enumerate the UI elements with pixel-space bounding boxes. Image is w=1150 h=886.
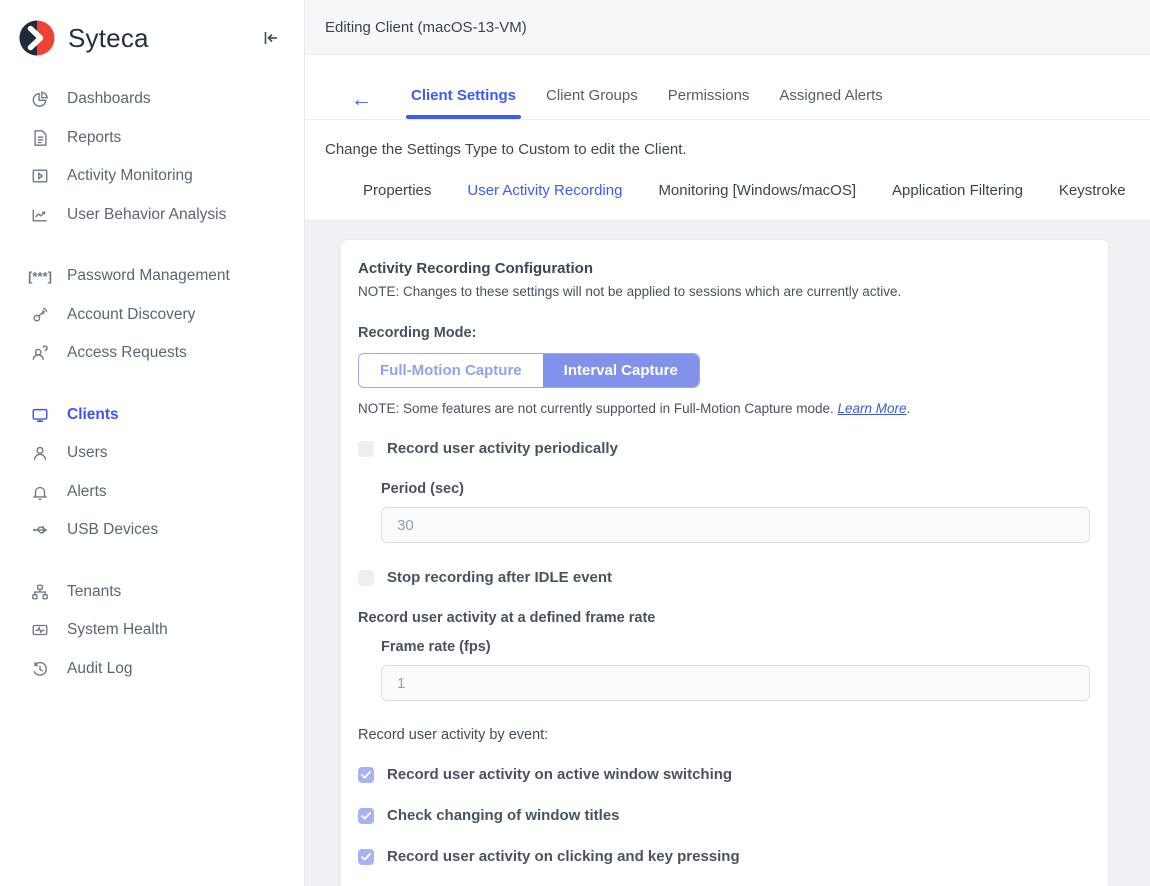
sidebar-item-reports[interactable]: Reports xyxy=(0,119,304,158)
sidebar-item-label: Tenants xyxy=(67,583,121,601)
sidebar-item-system-health[interactable]: System Health xyxy=(0,611,304,650)
period-input[interactable] xyxy=(381,507,1090,543)
sidebar-item-account-discovery[interactable]: Account Discovery xyxy=(0,296,304,335)
sidebar-item-label: Activity Monitoring xyxy=(67,167,193,185)
sidebar-item-password-management[interactable]: [***] Password Management xyxy=(0,257,304,296)
page-header: Editing Client (macOS-13-VM) xyxy=(305,0,1150,55)
password-brackets-icon: [***] xyxy=(30,266,50,286)
recording-mode-label: Recording Mode: xyxy=(358,325,1090,341)
window-switching-row: Record user activity on active window sw… xyxy=(358,766,1090,783)
subtab-application-filtering[interactable]: Application Filtering xyxy=(874,182,1041,199)
mode-note: NOTE: Some features are not currently su… xyxy=(358,401,1090,416)
health-pulse-icon xyxy=(30,620,50,640)
main-area: Editing Client (macOS-13-VM) ← Client Se… xyxy=(305,0,1150,886)
period-label: Period (sec) xyxy=(381,481,1090,497)
click-keypress-label[interactable]: Record user activity on clicking and key… xyxy=(387,848,740,865)
click-keypress-checkbox[interactable] xyxy=(358,849,374,865)
sidebar-item-label: Dashboards xyxy=(67,90,151,108)
trend-chart-icon xyxy=(30,205,50,225)
sidebar-item-label: Access Requests xyxy=(67,344,187,362)
sidebar-item-label: Clients xyxy=(67,406,119,424)
window-titles-checkbox[interactable] xyxy=(358,808,374,824)
content-area: Activity Recording Configuration NOTE: C… xyxy=(305,219,1150,886)
syteca-logo-icon xyxy=(18,19,56,57)
window-titles-label[interactable]: Check changing of window titles xyxy=(387,807,620,824)
card-title: Activity Recording Configuration xyxy=(358,260,1090,277)
subtab-monitoring[interactable]: Monitoring [Windows/macOS] xyxy=(640,182,874,199)
sidebar-item-label: Users xyxy=(67,444,107,462)
sidebar-item-label: USB Devices xyxy=(67,521,158,539)
card-note: NOTE: Changes to these settings will not… xyxy=(358,284,1090,299)
click-keypress-row: Record user activity on clicking and key… xyxy=(358,848,1090,865)
tab-permissions[interactable]: Permissions xyxy=(653,87,765,117)
bell-icon xyxy=(30,482,50,502)
sidebar-nav: Dashboards Reports xyxy=(0,76,304,711)
window-switching-label[interactable]: Record user activity on active window sw… xyxy=(387,766,732,783)
sidebar-item-audit-log[interactable]: Audit Log xyxy=(0,650,304,689)
org-chart-icon xyxy=(30,582,50,602)
person-icon xyxy=(30,443,50,463)
monitor-icon xyxy=(30,405,50,425)
tabs-section: ← Client Settings Client Groups Permissi… xyxy=(305,55,1150,219)
document-icon xyxy=(30,128,50,148)
recording-mode-toggle: Full-Motion Capture Interval Capture xyxy=(358,353,700,388)
history-clock-icon xyxy=(30,659,50,679)
sidebar: Syteca Dashboards xyxy=(0,0,305,886)
sidebar-item-label: System Health xyxy=(67,621,168,639)
brand-name: Syteca xyxy=(68,23,262,54)
settings-type-notice: Change the Settings Type to Custom to ed… xyxy=(305,120,1150,158)
sidebar-item-label: User Behavior Analysis xyxy=(67,206,226,224)
stop-after-idle-row: Stop recording after IDLE event xyxy=(358,569,1090,586)
key-discovery-icon xyxy=(30,305,50,325)
window-switching-checkbox[interactable] xyxy=(358,767,374,783)
subtab-properties[interactable]: Properties xyxy=(345,182,449,199)
sidebar-item-clients[interactable]: Clients xyxy=(0,396,304,435)
sidebar-item-users[interactable]: Users xyxy=(0,434,304,473)
sidebar-item-alerts[interactable]: Alerts xyxy=(0,473,304,512)
sidebar-item-label: Account Discovery xyxy=(67,306,195,324)
sidebar-item-label: Audit Log xyxy=(67,660,133,678)
subtab-user-activity-recording[interactable]: User Activity Recording xyxy=(449,182,640,199)
interval-capture-button[interactable]: Interval Capture xyxy=(543,354,699,387)
tab-client-settings[interactable]: Client Settings xyxy=(396,87,531,117)
person-question-icon xyxy=(30,343,50,363)
tab-assigned-alerts[interactable]: Assigned Alerts xyxy=(764,87,897,117)
frame-rate-input[interactable] xyxy=(381,665,1090,701)
record-periodically-checkbox[interactable] xyxy=(358,441,374,457)
window-titles-row: Check changing of window titles xyxy=(358,807,1090,824)
page-title: Editing Client (macOS-13-VM) xyxy=(325,19,527,36)
full-motion-capture-button[interactable]: Full-Motion Capture xyxy=(359,354,543,387)
mode-note-suffix: . xyxy=(907,401,911,416)
pie-chart-icon xyxy=(30,89,50,109)
tab-row: ← Client Settings Client Groups Permissi… xyxy=(305,85,1150,120)
learn-more-link[interactable]: Learn More xyxy=(837,401,906,416)
brand-row: Syteca xyxy=(0,0,304,76)
record-periodically-row: Record user activity periodically xyxy=(358,440,1090,457)
subtab-row: Properties User Activity Recording Monit… xyxy=(305,158,1150,219)
by-event-label: Record user activity by event: xyxy=(358,727,1090,743)
sidebar-item-usb-devices[interactable]: USB Devices xyxy=(0,511,304,550)
sidebar-item-tenants[interactable]: Tenants xyxy=(0,573,304,612)
stop-after-idle-checkbox[interactable] xyxy=(358,570,374,586)
usb-icon xyxy=(30,520,50,540)
sidebar-item-label: Reports xyxy=(67,129,121,147)
play-screen-icon xyxy=(30,166,50,186)
frame-rate-label: Frame rate (fps) xyxy=(381,639,1090,655)
subtab-keystroke[interactable]: Keystroke xyxy=(1041,182,1144,199)
sidebar-item-label: Alerts xyxy=(67,483,107,501)
record-periodically-label[interactable]: Record user activity periodically xyxy=(387,440,618,457)
sidebar-item-user-behavior-analysis[interactable]: User Behavior Analysis xyxy=(0,196,304,235)
sidebar-collapse-icon[interactable] xyxy=(262,28,282,48)
sidebar-item-dashboards[interactable]: Dashboards xyxy=(0,80,304,119)
sidebar-item-activity-monitoring[interactable]: Activity Monitoring xyxy=(0,157,304,196)
stop-after-idle-label[interactable]: Stop recording after IDLE event xyxy=(387,569,612,586)
sidebar-item-label: Password Management xyxy=(67,267,230,285)
tab-client-groups[interactable]: Client Groups xyxy=(531,87,653,117)
activity-recording-card: Activity Recording Configuration NOTE: C… xyxy=(340,239,1109,886)
mode-note-text: NOTE: Some features are not currently su… xyxy=(358,401,834,416)
sidebar-item-access-requests[interactable]: Access Requests xyxy=(0,334,304,373)
back-arrow-icon[interactable]: ← xyxy=(351,89,372,116)
frame-rate-section-label: Record user activity at a defined frame … xyxy=(358,610,1090,626)
